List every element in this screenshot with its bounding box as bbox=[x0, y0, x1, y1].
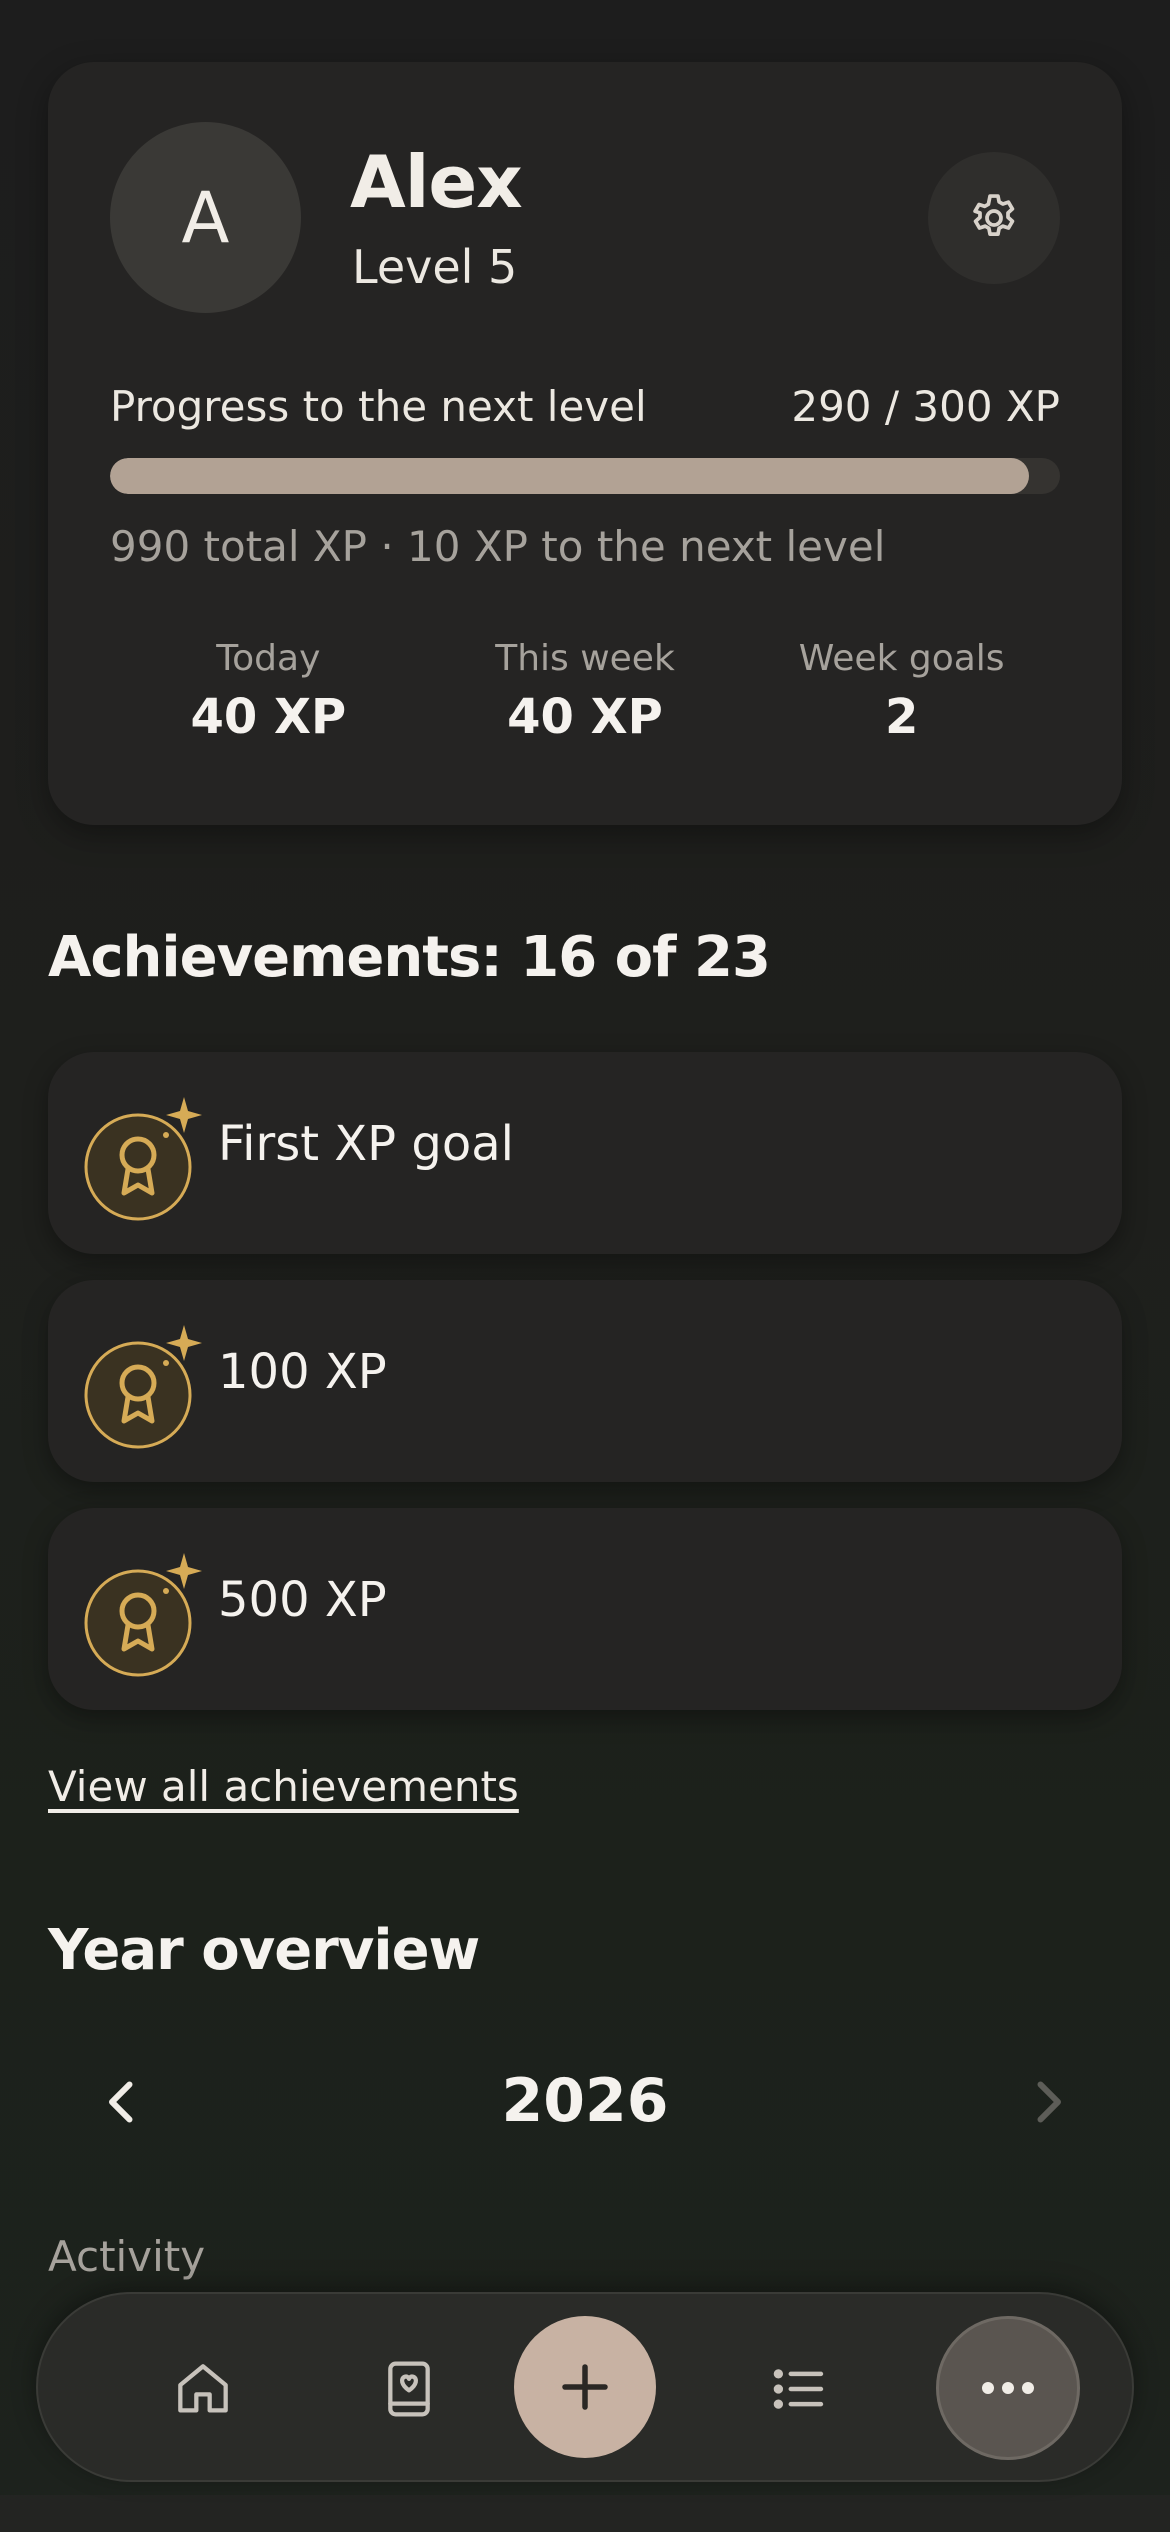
nav-home[interactable] bbox=[118, 2294, 288, 2484]
stat-label: Today bbox=[216, 638, 321, 679]
stat-week-goals: Week goals 2 bbox=[743, 638, 1060, 745]
more-icon bbox=[982, 2382, 1034, 2394]
total-xp-text: 990 total XP · 10 XP to the next level bbox=[110, 522, 886, 571]
home-icon bbox=[178, 2364, 228, 2413]
stat-value: 2 bbox=[884, 689, 919, 745]
progress-value: 290 / 300 XP bbox=[791, 382, 1060, 431]
avatar-initial: A bbox=[181, 176, 230, 259]
stat-this-week: This week 40 XP bbox=[427, 638, 744, 745]
add-icon bbox=[562, 2364, 608, 2410]
gear-icon bbox=[973, 194, 1015, 236]
stat-value: 40 XP bbox=[507, 689, 663, 745]
achievement-card[interactable]: First XP goal bbox=[48, 1052, 1122, 1254]
stats-row: Today 40 XP This week 40 XP Week goals 2 bbox=[110, 638, 1060, 745]
view-all-achievements-link[interactable]: View all achievements bbox=[48, 1762, 519, 1811]
add-button[interactable] bbox=[514, 2316, 656, 2458]
avatar[interactable]: A bbox=[110, 122, 301, 313]
progress-label: Progress to the next level bbox=[110, 382, 647, 431]
nav-list[interactable] bbox=[714, 2294, 884, 2484]
more-button[interactable] bbox=[936, 2316, 1080, 2460]
achievement-card[interactable]: 100 XP bbox=[48, 1280, 1122, 1482]
achievement-label: 500 XP bbox=[218, 1572, 387, 1628]
achievement-card[interactable]: 500 XP bbox=[48, 1508, 1122, 1710]
xp-progress-fill bbox=[110, 458, 1029, 494]
stat-value: 40 XP bbox=[190, 689, 347, 745]
award-sparkle-icon bbox=[84, 1553, 202, 1677]
settings-button[interactable] bbox=[928, 152, 1060, 284]
year-overview-title: Year overview bbox=[48, 1918, 480, 1983]
award-sparkle-icon bbox=[84, 1325, 202, 1449]
stat-label: This week bbox=[495, 638, 675, 679]
bottom-content-peek bbox=[0, 2495, 1170, 2532]
user-name: Alex bbox=[350, 140, 523, 224]
profile-card: A Alex Level 5 Progress to the next leve… bbox=[48, 62, 1122, 825]
user-level: Level 5 bbox=[352, 240, 518, 294]
bottom-nav-bar bbox=[36, 2292, 1134, 2482]
chevron-right-icon[interactable] bbox=[1018, 2072, 1078, 2132]
list-icon bbox=[773, 2369, 824, 2409]
achievements-title: Achievements: 16 of 23 bbox=[48, 925, 771, 990]
year-label: 2026 bbox=[501, 2066, 669, 2136]
stat-label: Week goals bbox=[798, 638, 1005, 679]
achievement-label: 100 XP bbox=[218, 1344, 387, 1400]
activity-label: Activity bbox=[48, 2232, 206, 2281]
nav-journal[interactable] bbox=[324, 2294, 494, 2484]
year-selector: 2026 bbox=[48, 2048, 1122, 2158]
journal-heart-icon bbox=[388, 2361, 430, 2417]
achievement-label: First XP goal bbox=[218, 1116, 514, 1172]
stat-today: Today 40 XP bbox=[110, 638, 427, 745]
award-sparkle-icon bbox=[84, 1097, 202, 1221]
xp-progress-bar bbox=[110, 458, 1060, 494]
